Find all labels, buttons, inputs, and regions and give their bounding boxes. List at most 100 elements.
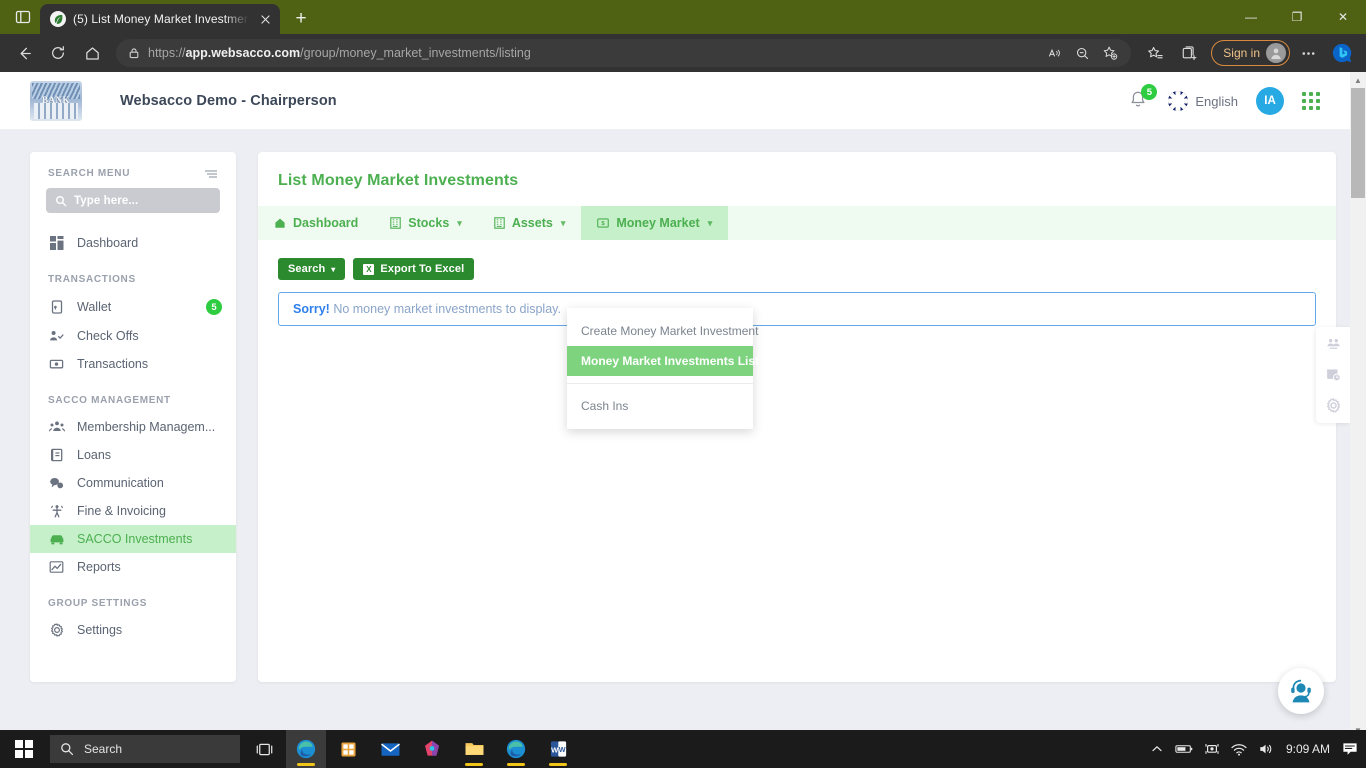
wifi-icon[interactable] bbox=[1231, 743, 1247, 756]
sidebar-item-wallet[interactable]: Wallet 5 bbox=[30, 292, 236, 322]
scroll-up-arrow[interactable]: ▲ bbox=[1350, 72, 1366, 88]
settings-gear-rail-icon[interactable] bbox=[1326, 398, 1341, 413]
add-favorite-icon[interactable] bbox=[1097, 40, 1123, 66]
menu-item-cash-ins[interactable]: Cash Ins bbox=[567, 391, 753, 421]
money-market-dropdown: Create Money Market Investment Money Mar… bbox=[567, 308, 759, 429]
search-menu-label: SEARCH MENU bbox=[48, 168, 131, 179]
apps-grid-icon[interactable] bbox=[1302, 92, 1320, 110]
camera-privacy-icon[interactable] bbox=[1205, 742, 1219, 756]
taskbar-clock[interactable]: 9:09 AM bbox=[1286, 743, 1330, 755]
search-icon bbox=[60, 742, 74, 756]
tab-stocks[interactable]: Stocks ▾ bbox=[374, 206, 478, 240]
sidebar-item-label: Settings bbox=[77, 623, 123, 637]
calendar-clock-rail-icon[interactable] bbox=[1326, 367, 1341, 382]
taskbar-app-mail[interactable] bbox=[370, 730, 410, 768]
collections-icon[interactable] bbox=[1173, 38, 1205, 68]
taskbar-app-word[interactable]: WW bbox=[538, 730, 578, 768]
status-badge: 5 bbox=[206, 299, 222, 315]
window-controls: — ❐ ✕ bbox=[1228, 0, 1366, 34]
taskbar-app-paint3d[interactable] bbox=[412, 730, 452, 768]
sidebar-item-reports[interactable]: Reports bbox=[30, 553, 236, 581]
more-options-icon[interactable] bbox=[1292, 38, 1324, 68]
new-tab-button[interactable]: + bbox=[286, 4, 316, 34]
taskbar-apps: WW bbox=[244, 730, 578, 768]
bing-copilot-icon[interactable] bbox=[1326, 38, 1358, 68]
sidebar-item-communication[interactable]: Communication bbox=[30, 469, 236, 497]
browser-tab[interactable]: (5) List Money Market Investmen bbox=[40, 4, 280, 34]
sidebar-item-label: Check Offs bbox=[77, 329, 139, 343]
language-label: English bbox=[1195, 93, 1238, 109]
avatar[interactable]: IA bbox=[1256, 87, 1284, 115]
language-selector[interactable]: English bbox=[1168, 91, 1238, 111]
back-arrow-icon[interactable] bbox=[8, 38, 40, 68]
sidebar-item-transactions[interactable]: Transactions bbox=[30, 350, 236, 378]
tab-sidebar-icon[interactable] bbox=[6, 0, 40, 34]
search-input-placeholder: Type here... bbox=[74, 194, 139, 207]
tab-label: Dashboard bbox=[293, 216, 359, 230]
read-aloud-icon[interactable] bbox=[1041, 40, 1067, 66]
taskbar-search-input[interactable]: Search bbox=[50, 735, 240, 763]
sidebar-item-fine-invoicing[interactable]: Fine & Invoicing bbox=[30, 497, 236, 525]
show-hidden-icons[interactable] bbox=[1151, 743, 1163, 755]
sign-in-label: Sign in bbox=[1223, 46, 1260, 60]
close-icon[interactable] bbox=[256, 10, 274, 28]
sidebar-item-dashboard[interactable]: Dashboard bbox=[30, 229, 236, 257]
sidebar-item-sacco-investments[interactable]: SACCO Investments bbox=[30, 525, 236, 553]
taskbar-app-file-explorer[interactable] bbox=[454, 730, 494, 768]
scrollbar-thumb[interactable] bbox=[1351, 88, 1365, 198]
communication-icon bbox=[48, 476, 65, 490]
sidebar-item-loans[interactable]: Loans bbox=[30, 441, 236, 469]
refresh-icon[interactable] bbox=[42, 38, 74, 68]
task-view-icon[interactable] bbox=[244, 730, 284, 768]
battery-icon[interactable] bbox=[1175, 743, 1193, 755]
maximize-button[interactable]: ❐ bbox=[1274, 0, 1320, 34]
app-header: BANK Websacco Demo - Chairperson 5 Engli… bbox=[0, 72, 1366, 130]
tab-dashboard[interactable]: Dashboard bbox=[258, 206, 374, 240]
close-window-button[interactable]: ✕ bbox=[1320, 0, 1366, 34]
bank-logo: BANK bbox=[30, 80, 82, 121]
zoom-out-icon[interactable] bbox=[1069, 40, 1095, 66]
export-to-excel-button[interactable]: X Export To Excel bbox=[353, 258, 475, 280]
favorites-list-icon[interactable] bbox=[1139, 38, 1171, 68]
tab-assets[interactable]: Assets ▾ bbox=[478, 206, 582, 240]
tab-label: Money Market bbox=[616, 216, 700, 230]
address-bar[interactable]: https://app.websacco.com/group/money_mar… bbox=[116, 39, 1132, 67]
minimize-button[interactable]: — bbox=[1228, 0, 1274, 34]
menu-item-money-market-investments-list[interactable]: Money Market Investments List bbox=[567, 346, 759, 376]
sidebar-item-check-offs[interactable]: Check Offs bbox=[30, 322, 236, 350]
menu-collapse-icon[interactable] bbox=[204, 169, 218, 179]
sign-in-button[interactable]: Sign in bbox=[1211, 40, 1290, 66]
check-offs-icon bbox=[48, 329, 65, 343]
tab-money-market[interactable]: $ Money Market ▾ bbox=[581, 206, 729, 240]
sidebar-item-label: Dashboard bbox=[77, 236, 139, 250]
windows-taskbar: Search WW 9:09 AM bbox=[0, 730, 1366, 768]
users-rail-icon[interactable] bbox=[1326, 337, 1341, 351]
windows-start-icon[interactable] bbox=[0, 730, 48, 768]
taskbar-app-edge[interactable] bbox=[286, 730, 326, 768]
search-input[interactable]: Type here... bbox=[46, 188, 220, 213]
sidebar-item-settings[interactable]: Settings bbox=[30, 616, 236, 644]
sidebar-item-membership-management[interactable]: Membership Managem... bbox=[30, 413, 236, 441]
search-button[interactable]: Search ▾ bbox=[278, 258, 346, 280]
page-scrollbar[interactable]: ▲ ▼ bbox=[1350, 72, 1366, 738]
sidebar-item-label: Membership Managem... bbox=[77, 420, 216, 434]
money-icon: $ bbox=[597, 217, 610, 229]
action-center-icon[interactable] bbox=[1342, 741, 1358, 757]
home-icon[interactable] bbox=[76, 38, 108, 68]
volume-icon[interactable] bbox=[1259, 742, 1274, 756]
chevron-down-icon: ▾ bbox=[331, 264, 336, 274]
right-rail bbox=[1316, 327, 1350, 423]
menu-item-create-money-market-investment[interactable]: Create Money Market Investment bbox=[567, 316, 758, 346]
taskbar-app-store[interactable] bbox=[328, 730, 368, 768]
support-headset-icon bbox=[1284, 674, 1318, 708]
support-chat-button[interactable] bbox=[1278, 668, 1324, 714]
wallet-icon bbox=[48, 300, 65, 314]
fine-invoicing-icon bbox=[48, 504, 65, 518]
sidebar-item-label: SACCO Investments bbox=[77, 532, 193, 546]
menu-separator bbox=[567, 383, 753, 384]
system-tray: 9:09 AM bbox=[1151, 741, 1358, 757]
taskbar-app-edge-2[interactable] bbox=[496, 730, 536, 768]
sidebar-item-label: Fine & Invoicing bbox=[77, 504, 166, 518]
membership-icon bbox=[48, 420, 65, 434]
notifications-button[interactable]: 5 bbox=[1128, 84, 1158, 113]
